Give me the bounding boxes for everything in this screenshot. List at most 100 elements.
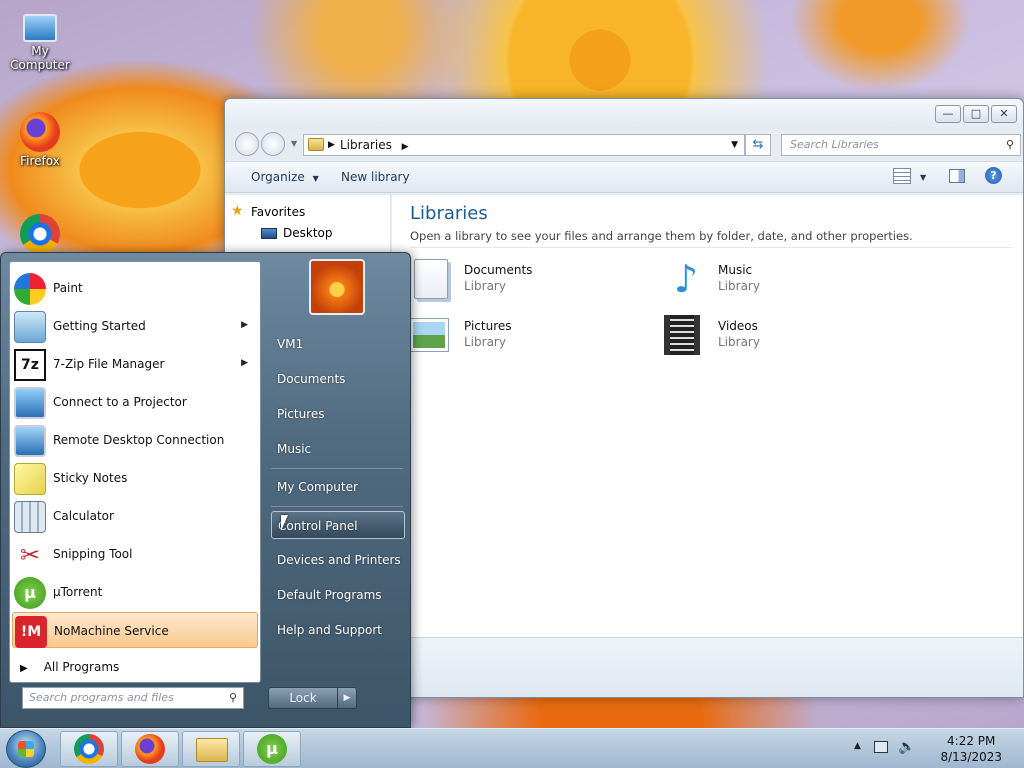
program-paint[interactable]: Paint (12, 270, 258, 306)
start-link-devices-printers[interactable]: Devices and Printers (271, 546, 405, 574)
taskbar-firefox[interactable] (121, 731, 179, 767)
forward-button[interactable] (261, 132, 285, 156)
nav-favorites-label: Favorites (251, 205, 306, 219)
programs-list: Paint Getting Started ▶ 7z 7-Zip File Ma… (9, 261, 261, 683)
back-button[interactable] (235, 132, 259, 156)
program-remote-desktop[interactable]: Remote Desktop Connection (12, 422, 258, 458)
windows-logo-icon (18, 741, 34, 757)
organize-label: Organize (251, 170, 305, 184)
program-connect-projector[interactable]: Connect to a Projector (12, 384, 258, 420)
program-utorrent[interactable]: μ µTorrent (12, 574, 258, 610)
program-calculator[interactable]: Calculator (12, 498, 258, 534)
desktop-icon-chrome[interactable] (0, 214, 80, 256)
library-type: Library (464, 279, 506, 293)
computer-icon (23, 14, 57, 42)
getting-started-icon (14, 311, 46, 343)
library-documents[interactable]: Documents Library (410, 257, 630, 305)
start-link-default-programs[interactable]: Default Programs (271, 581, 405, 609)
desktop-folder-icon (261, 228, 277, 239)
program-7zip[interactable]: 7z 7-Zip File Manager ▶ (12, 346, 258, 382)
program-label: Sticky Notes (53, 471, 128, 485)
submenu-arrow-icon: ▶ (241, 320, 248, 330)
start-link-music[interactable]: Music (271, 435, 405, 463)
program-label: Paint (53, 281, 83, 295)
network-icon[interactable] (874, 741, 888, 753)
start-search-input[interactable]: Search programs and files ⚲ (22, 687, 244, 709)
new-library-button[interactable]: New library (341, 170, 410, 184)
libraries-folder-icon (308, 138, 324, 151)
breadcrumb-chevron-icon[interactable]: ▶ (402, 142, 409, 152)
address-row: ▼ ▶ Libraries ▶ ▼ ⇆ Search Libraries ⚲ (233, 131, 1021, 157)
view-options-chevron-icon[interactable]: ▼ (920, 173, 926, 182)
library-type: Library (718, 279, 760, 293)
breadcrumb-libraries[interactable]: Libraries (340, 138, 392, 152)
address-bar[interactable]: ▶ Libraries ▶ ▼ (303, 134, 745, 156)
firefox-icon (20, 112, 60, 152)
minimize-button[interactable]: — (935, 105, 961, 123)
desktop-icon-firefox[interactable]: Firefox (0, 112, 80, 168)
program-getting-started[interactable]: Getting Started ▶ (12, 308, 258, 344)
library-music[interactable]: ♪ Music Library (664, 257, 884, 305)
divider (410, 247, 1013, 248)
library-name: Music (718, 263, 753, 277)
submenu-arrow-icon: ▶ (241, 358, 248, 368)
library-videos[interactable]: Videos Library (664, 313, 884, 361)
firefox-icon (135, 734, 165, 764)
program-label: Connect to a Projector (53, 395, 187, 409)
shutdown-options-arrow-icon[interactable]: ▶ (337, 687, 357, 709)
start-link-my-computer[interactable]: My Computer (271, 473, 405, 501)
window-titlebar[interactable]: — □ ✕ (225, 99, 1023, 129)
nav-desktop[interactable]: Desktop (261, 226, 333, 240)
program-label: Snipping Tool (53, 547, 133, 561)
help-icon[interactable]: ? (985, 167, 1002, 184)
program-snipping-tool[interactable]: ✂ Snipping Tool (12, 536, 258, 572)
folder-icon (196, 738, 228, 762)
taskbar-explorer[interactable] (182, 731, 240, 767)
start-search-placeholder: Search programs and files (29, 691, 174, 704)
clock[interactable]: 4:22 PM 8/13/2023 (940, 733, 1002, 765)
maximize-button[interactable]: □ (963, 105, 989, 123)
recent-pages-chevron-icon[interactable]: ▼ (291, 139, 297, 148)
start-link-pictures[interactable]: Pictures (271, 400, 405, 428)
start-link-vm1[interactable]: VM1 (271, 330, 405, 358)
search-icon: ⚲ (1005, 138, 1014, 151)
show-hidden-icons-chevron-icon[interactable]: ▲ (854, 741, 861, 751)
taskbar-utorrent[interactable]: μ (243, 731, 301, 767)
program-nomachine-service[interactable]: !M NoMachine Service (12, 612, 258, 648)
nav-desktop-label: Desktop (283, 226, 333, 240)
preview-pane-icon[interactable] (949, 169, 965, 183)
refresh-icon: ⇆ (752, 137, 764, 152)
calculator-icon (14, 501, 46, 533)
volume-muted-icon[interactable]: 🔈 (898, 739, 915, 755)
start-link-documents[interactable]: Documents (271, 365, 405, 393)
clock-time: 4:22 PM (947, 734, 996, 748)
sticky-notes-icon (14, 463, 46, 495)
videos-library-icon (664, 315, 700, 355)
change-view-icon[interactable] (893, 168, 911, 184)
close-button[interactable]: ✕ (991, 105, 1017, 123)
start-link-help-support[interactable]: Help and Support (271, 616, 405, 644)
taskbar: μ ▲ 🔈 4:22 PM 8/13/2023 (0, 728, 1024, 768)
nav-favorites[interactable]: ★ Favorites (231, 203, 306, 219)
content-pane: Libraries Open a library to see your fil… (392, 195, 1023, 637)
search-input[interactable]: Search Libraries ⚲ (781, 134, 1021, 156)
start-button[interactable] (6, 730, 46, 768)
program-label: Remote Desktop Connection (53, 433, 225, 447)
lock-button[interactable]: Lock (268, 687, 338, 709)
program-sticky-notes[interactable]: Sticky Notes (12, 460, 258, 496)
library-pictures[interactable]: Pictures Library (409, 313, 630, 361)
search-icon: ⚲ (228, 691, 237, 704)
taskbar-chrome[interactable] (60, 731, 118, 767)
scissors-icon: ✂ (19, 541, 41, 569)
library-name: Documents (464, 263, 533, 277)
start-link-control-panel[interactable]: Control Panel (271, 511, 405, 539)
refresh-button[interactable]: ⇆ (745, 134, 771, 156)
desktop-icon-my-computer[interactable]: My Computer (0, 10, 80, 72)
system-tray: ▲ 🔈 4:22 PM 8/13/2023 (854, 729, 1024, 768)
address-dropdown-icon[interactable]: ▼ (731, 135, 738, 155)
pictures-library-icon (409, 318, 449, 352)
search-placeholder: Search Libraries (790, 138, 880, 151)
organize-button[interactable]: Organize ▼ (251, 170, 319, 184)
user-avatar[interactable] (309, 259, 365, 315)
all-programs-button[interactable]: ▶ All Programs (20, 660, 119, 674)
